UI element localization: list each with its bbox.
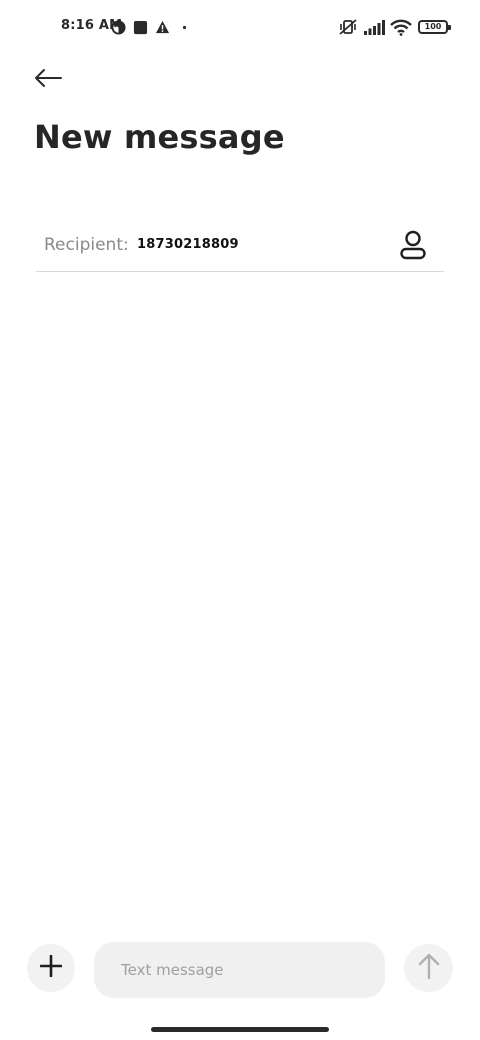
arrow-up-icon <box>418 953 440 983</box>
recipient-value[interactable]: 18730218809 <box>137 237 239 252</box>
vibrate-off-icon <box>338 18 358 36</box>
signal-icon <box>363 18 385 36</box>
recipient-label: Recipient: <box>44 235 129 255</box>
wifi-icon <box>390 18 412 36</box>
home-indicator[interactable] <box>151 1027 329 1032</box>
data-saver-icon <box>111 18 126 36</box>
page-title: New message <box>34 118 285 156</box>
recipient-row[interactable]: Recipient: 18730218809 <box>36 222 444 272</box>
dot-icon <box>182 18 187 36</box>
plus-icon <box>39 954 63 981</box>
arrow-left-icon <box>34 68 62 92</box>
person-icon <box>399 230 427 264</box>
battery-icon: 100 <box>418 20 451 34</box>
message-field[interactable] <box>94 942 385 998</box>
back-button[interactable] <box>30 64 66 96</box>
app-square-icon <box>133 18 148 36</box>
alert-icon <box>155 18 170 36</box>
contact-picker-button[interactable] <box>394 229 432 265</box>
add-attachment-button[interactable] <box>27 944 75 992</box>
send-button[interactable] <box>404 944 453 992</box>
status-bar: 8:16 AM 100 <box>0 0 480 56</box>
battery-level: 100 <box>424 22 442 31</box>
message-input[interactable] <box>121 961 385 979</box>
